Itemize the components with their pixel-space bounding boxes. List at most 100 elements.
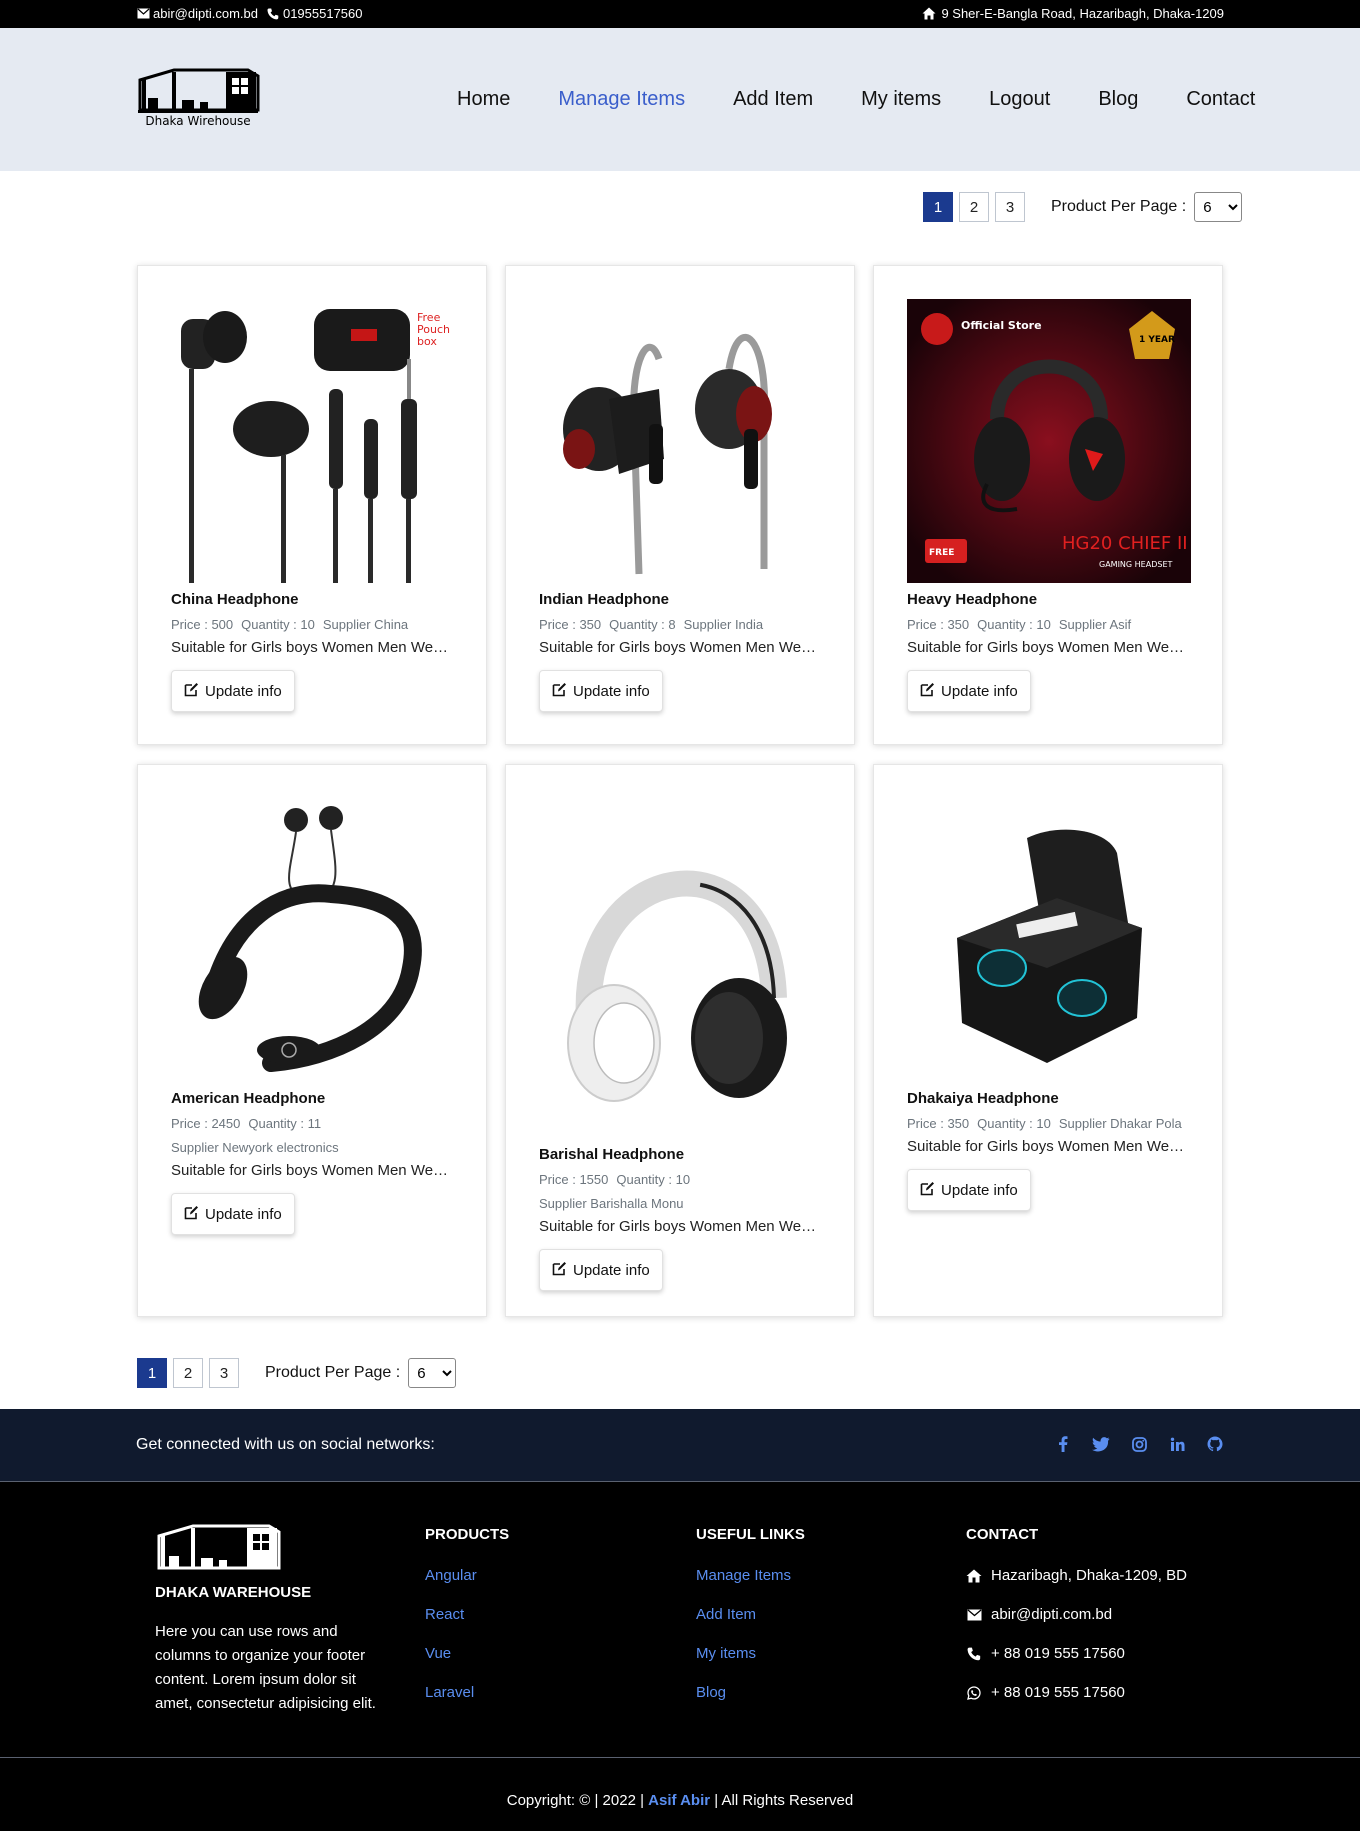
product-card: Dhakaiya Headphone Price : 350 Quantity :… [873, 764, 1223, 1317]
footer-contact-heading: CONTACT [966, 1526, 1039, 1543]
update-info-button[interactable]: Update info [171, 670, 295, 712]
product-image [171, 798, 455, 1082]
page-1-button[interactable]: 1 [137, 1358, 167, 1388]
nav-blog[interactable]: Blog [1098, 88, 1138, 111]
topbar-email[interactable]: abir@dipti.com.bd [153, 6, 258, 21]
page-3-button[interactable]: 3 [209, 1358, 239, 1388]
product-supplier: Supplier Newyork electronics [171, 1140, 339, 1155]
footer-link-angular[interactable]: Angular [425, 1567, 509, 1584]
product-quantity: Quantity : 8 [609, 617, 676, 632]
footer-links-heading: USEFUL LINKS [696, 1526, 805, 1543]
product-description: Suitable for Girls boys Women Men Wearin… [171, 1162, 455, 1179]
logo-text: Dhaka Wirehouse [145, 114, 251, 128]
product-description: Suitable for Girls boys Women Men Wearin… [171, 639, 455, 656]
product-price: Price : 1550 [539, 1172, 609, 1187]
page-3-button[interactable]: 3 [995, 192, 1025, 222]
product-price: Price : 2450 [171, 1116, 241, 1131]
product-supplier: Supplier China [322, 617, 409, 632]
footer-link-my-items[interactable]: My items [696, 1645, 805, 1662]
footer-contact-whatsapp: + 88 019 555 17560 [966, 1684, 1187, 1701]
per-page-select[interactable]: 6 [1194, 192, 1243, 222]
edit-icon [920, 1181, 935, 1200]
product-price: Price : 350 [907, 617, 970, 632]
social-bar: Get connected with us on social networks… [0, 1409, 1360, 1482]
copyright: Copyright: © | 2022 | Asif Abir | All Ri… [0, 1792, 1360, 1809]
product-name: China Headphone [171, 591, 299, 608]
product-quantity: Quantity : 10 [616, 1172, 691, 1187]
page-1-button[interactable]: 1 [923, 192, 953, 222]
nav-contact[interactable]: Contact [1186, 88, 1255, 111]
product-quantity: Quantity : 10 [977, 1116, 1051, 1131]
product-meta: Price : 500 Quantity : 10 Supplier China [171, 617, 416, 632]
nav-logout[interactable]: Logout [989, 88, 1050, 111]
svg-text:HG20 CHIEF II: HG20 CHIEF II [1062, 533, 1188, 554]
product-price: Price : 350 [907, 1116, 970, 1131]
page-2-button[interactable]: 2 [959, 192, 989, 222]
product-card: American Headphone Price : 2450 Quantity … [137, 764, 487, 1317]
product-card: Free Pouch box China Headphone Price : 5… [137, 265, 487, 745]
product-meta: Price : 350 Quantity : 8 Supplier India [539, 617, 771, 632]
pagination-top: 1 2 3 Product Per Page : 6 [923, 192, 1243, 222]
edit-icon [184, 1205, 199, 1224]
instagram-icon[interactable] [1130, 1435, 1148, 1453]
svg-text:1 YEAR: 1 YEAR [1139, 335, 1175, 345]
copyright-author-link[interactable]: Asif Abir [648, 1792, 710, 1809]
home-icon [966, 1568, 982, 1584]
footer-about: Here you can use rows and columns to org… [155, 1623, 376, 1712]
nav-manage-items[interactable]: Manage Items [558, 88, 685, 111]
product-image [907, 798, 1191, 1082]
product-supplier: Supplier India [683, 617, 764, 632]
nav-add-item[interactable]: Add Item [733, 88, 813, 111]
nav-my-items[interactable]: My items [861, 88, 941, 111]
footer-link-manage-items[interactable]: Manage Items [696, 1567, 805, 1584]
product-quantity: Quantity : 10 [241, 617, 315, 632]
github-icon[interactable] [1206, 1435, 1224, 1453]
site-footer: DHAKA WAREHOUSE Here you can use rows an… [0, 1482, 1360, 1831]
footer-useful-links-column: USEFUL LINKS Manage Items Add Item My it… [696, 1526, 805, 1723]
footer-contact-phone: + 88 019 555 17560 [966, 1645, 1187, 1662]
warehouse-logo[interactable]: Dhaka Wirehouse [136, 62, 260, 128]
facebook-icon[interactable] [1054, 1435, 1072, 1453]
update-info-button[interactable]: Update info [907, 1169, 1031, 1211]
phone-icon [266, 7, 280, 21]
footer-link-add-item[interactable]: Add Item [696, 1606, 805, 1623]
site-header: Dhaka Wirehouse Home Manage Items Add It… [0, 28, 1360, 171]
linkedin-icon[interactable] [1168, 1435, 1186, 1453]
product-description: Suitable for Girls boys Women Men Wearin… [539, 639, 823, 656]
per-page-label: Product Per Page : [1051, 198, 1187, 215]
edit-icon [184, 682, 199, 701]
product-meta: Price : 2450 Quantity : 11 [171, 1116, 329, 1131]
update-info-label: Update info [941, 1181, 1018, 1199]
product-image: Free Pouch box [171, 299, 455, 583]
page-2-button[interactable]: 2 [173, 1358, 203, 1388]
svg-text:FREE: FREE [929, 548, 954, 558]
footer-link-react[interactable]: React [425, 1606, 509, 1623]
product-image [539, 798, 823, 1138]
update-info-button[interactable]: Update info [171, 1193, 295, 1235]
footer-link-vue[interactable]: Vue [425, 1645, 509, 1662]
footer-link-blog[interactable]: Blog [696, 1684, 805, 1701]
footer-logo [155, 1520, 281, 1570]
product-quantity: Quantity : 10 [977, 617, 1051, 632]
warehouse-logo-icon [138, 68, 260, 113]
per-page-select[interactable]: 6 [408, 1358, 457, 1388]
footer-link-laravel[interactable]: Laravel [425, 1684, 509, 1701]
edit-icon [552, 1261, 567, 1280]
product-meta: Price : 350 Quantity : 10 Supplier Asif [907, 617, 1139, 632]
svg-text:Official Store: Official Store [961, 319, 1042, 332]
topbar-phone[interactable]: 01955517560 [283, 6, 363, 21]
product-image: Official Store 1 YEAR FREE HG20 CHIEF II… [907, 299, 1191, 583]
update-info-button[interactable]: Update info [539, 1249, 663, 1291]
social-icons [1054, 1435, 1224, 1453]
per-page-label: Product Per Page : [265, 1364, 401, 1381]
footer-contact-email: abir@dipti.com.bd [966, 1606, 1187, 1623]
nav-home[interactable]: Home [457, 88, 510, 111]
product-description: Suitable for Girls boys Women Men Wearin… [907, 639, 1191, 656]
twitter-icon[interactable] [1092, 1435, 1110, 1453]
product-name: Heavy Headphone [907, 591, 1038, 608]
product-image [539, 299, 823, 583]
update-info-button[interactable]: Update info [539, 670, 663, 712]
update-info-button[interactable]: Update info [907, 670, 1031, 712]
envelope-icon [966, 1607, 982, 1623]
product-quantity: Quantity : 11 [248, 1116, 322, 1131]
